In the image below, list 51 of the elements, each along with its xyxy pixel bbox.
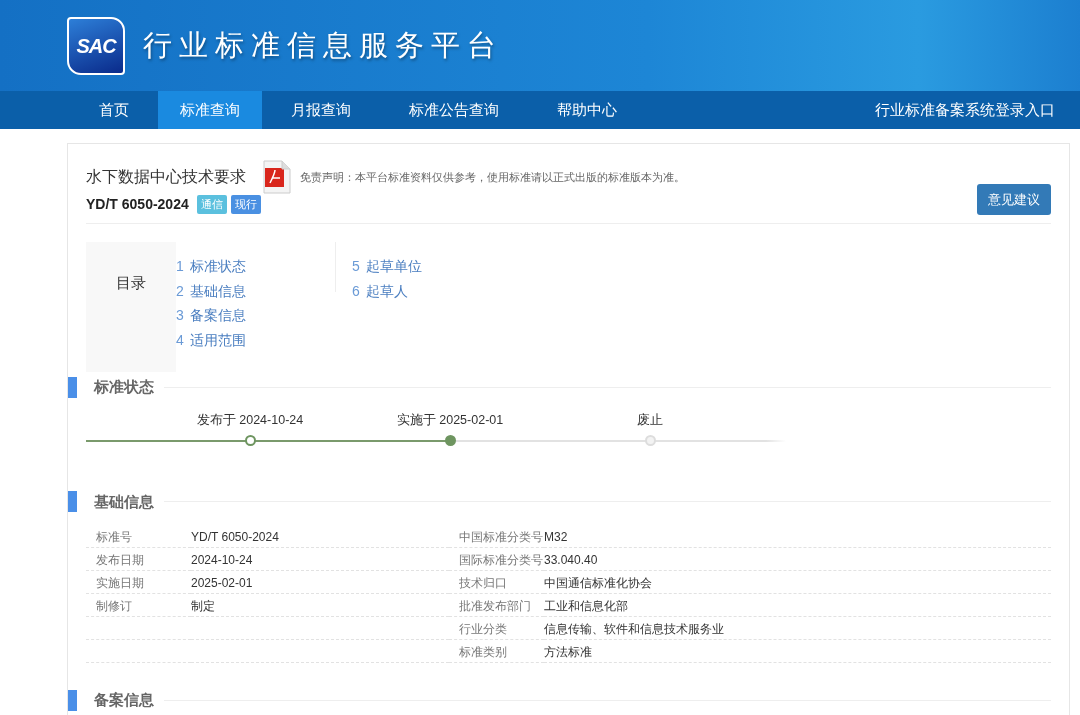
standard-code: YD/T 6050-2024 xyxy=(86,195,189,214)
field-value: 制定 xyxy=(191,599,215,613)
disclaimer-text: 免责声明：本平台标准资料仅供参考，使用标准请以正式出版的标准版本为准。 xyxy=(300,169,685,185)
field-value: 方法标准 xyxy=(544,645,592,659)
field-value: M32 xyxy=(544,530,568,544)
pdf-icon[interactable] xyxy=(262,160,292,194)
nav-tab[interactable]: 标准公告查询 xyxy=(380,91,528,129)
field-label: 技术归口 xyxy=(459,576,507,590)
field-label: 标准类别 xyxy=(459,645,507,659)
step-label: 废止 xyxy=(637,411,663,429)
toc-link[interactable]: 1 标准状态 xyxy=(176,256,335,277)
toc-link[interactable]: 4 适用范围 xyxy=(176,329,335,350)
field-value: YD/T 6050-2024 xyxy=(191,530,279,544)
field-label: 标准号 xyxy=(96,530,132,544)
section-heading: 备案信息 xyxy=(93,690,155,710)
feedback-button[interactable]: 意见建议 xyxy=(977,183,1051,215)
step-label: 实施于 2025-02-01 xyxy=(396,411,504,429)
toc-link[interactable]: 2 基础信息 xyxy=(176,280,335,301)
section-marker xyxy=(68,376,77,398)
tag: 现行 xyxy=(230,195,261,214)
field-label: 中国标准分类号 xyxy=(459,530,543,544)
nav-tab[interactable]: 帮助中心 xyxy=(528,91,646,129)
nav-tab[interactable]: 月报查询 xyxy=(262,91,380,129)
logo: SAC xyxy=(67,16,125,75)
field-label: 批准发布部门 xyxy=(459,599,531,613)
nav-tab[interactable]: 标准查询 xyxy=(158,91,262,129)
section-marker xyxy=(68,689,77,711)
section-marker xyxy=(68,491,77,513)
tag: 通信 xyxy=(196,195,227,214)
field-label: 国际标准分类号 xyxy=(459,553,543,567)
field-value: 中国通信标准化协会 xyxy=(544,576,652,590)
toc-link[interactable]: 6 起草人 xyxy=(352,280,422,301)
toc-title: 目录 xyxy=(86,242,176,372)
field-value: 工业和信息化部 xyxy=(544,599,628,613)
field-value: 33.040.40 xyxy=(544,553,598,567)
site-title: 行业标准信息服务平台 xyxy=(143,27,503,63)
field-label: 实施日期 xyxy=(96,576,144,590)
field-label: 行业分类 xyxy=(459,622,507,636)
section-heading: 标准状态 xyxy=(92,377,155,397)
step-label: 发布于 2024-10-24 xyxy=(196,411,304,429)
nav-tab[interactable]: 首页 xyxy=(70,91,158,129)
toc-link[interactable]: 5 起草单位 xyxy=(352,256,422,277)
field-label: 发布日期 xyxy=(96,553,144,567)
section-heading: 基础信息 xyxy=(93,491,155,512)
login-link[interactable]: 行业标准备案系统登录入口 xyxy=(875,91,1080,129)
field-value: 2024-10-24 xyxy=(191,553,253,567)
toc-link[interactable]: 3 备案信息 xyxy=(176,305,335,326)
field-value: 信息传输、软件和信息技术服务业 xyxy=(544,622,724,636)
field-label: 制修订 xyxy=(96,599,132,613)
standard-title: 水下数据中心技术要求 xyxy=(86,167,246,187)
field-value: 2025-02-01 xyxy=(191,576,253,590)
